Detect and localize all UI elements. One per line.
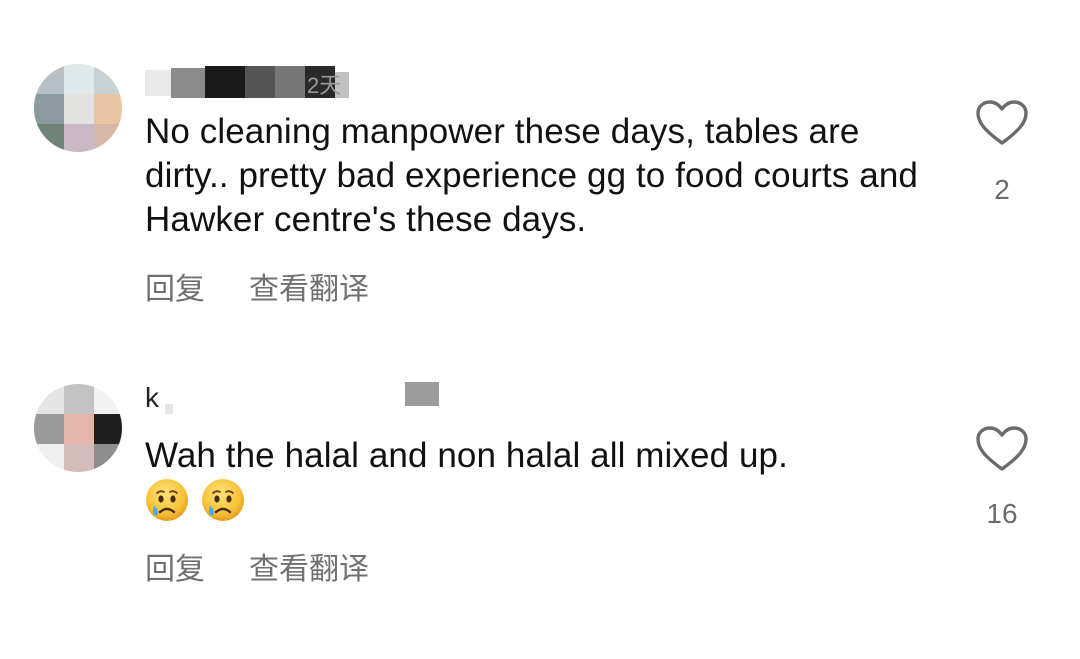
- avatar-pixel: [94, 64, 122, 94]
- see-translation-button[interactable]: 查看翻译: [249, 552, 369, 587]
- avatar-pixel: [34, 384, 64, 414]
- avatar-pixel: [94, 384, 122, 414]
- heart-outline-icon[interactable]: [976, 426, 1028, 472]
- comment-item-1: 2天 No cleaning manpower these days, tabl…: [0, 0, 1080, 330]
- timestamp: 2天: [307, 73, 342, 98]
- crying-face-emoji: [146, 479, 188, 521]
- redaction-block: [205, 66, 245, 98]
- avatar-pixel: [64, 414, 94, 444]
- comment-text: Wah the halal and non halal all mixed up…: [145, 436, 788, 475]
- like-control: 16: [975, 426, 1031, 536]
- comment-actions: 回复 查看翻译: [145, 544, 413, 588]
- avatar-pixel: [94, 444, 122, 472]
- username-redacted[interactable]: k: [145, 382, 445, 416]
- avatar-pixel: [94, 414, 122, 444]
- avatar-pixel: [64, 124, 94, 152]
- redaction-block: [165, 404, 173, 414]
- see-translation-button[interactable]: 查看翻译: [249, 272, 369, 307]
- redaction-block: [245, 66, 275, 98]
- redaction-block: [405, 382, 439, 406]
- avatar-pixel: [94, 124, 122, 152]
- avatar[interactable]: [34, 384, 122, 472]
- like-count: 2: [994, 174, 1010, 205]
- username-initial: k: [145, 382, 159, 413]
- avatar-pixel: [64, 384, 94, 414]
- avatar-pixel: [34, 64, 64, 94]
- heart-outline-icon[interactable]: [976, 100, 1028, 146]
- avatar-pixel: [34, 414, 64, 444]
- avatar-pixel: [64, 444, 94, 472]
- avatar-pixel: [94, 94, 122, 124]
- redaction-block: [275, 66, 305, 98]
- redaction-block: [171, 68, 205, 98]
- reply-button[interactable]: 回复: [145, 552, 205, 587]
- username-redacted[interactable]: 2天: [145, 64, 375, 98]
- like-control: 2: [975, 100, 1031, 210]
- avatar-pixel: [34, 94, 64, 124]
- like-count: 16: [986, 498, 1018, 529]
- avatar-pixel: [64, 94, 94, 124]
- emoji-row: [145, 478, 257, 524]
- avatar-pixel: [34, 444, 64, 472]
- avatar-pixel: [34, 124, 64, 152]
- crying-face-emoji: [202, 479, 244, 521]
- reply-button[interactable]: 回复: [145, 272, 205, 307]
- comment-item-2: k Wah the halal and non halal all mixed …: [0, 330, 1080, 659]
- avatar-pixel: [64, 64, 94, 94]
- comment-text: No cleaning manpower these days, tables …: [145, 112, 918, 239]
- avatar[interactable]: [34, 64, 122, 152]
- redaction-block: [145, 70, 171, 96]
- comment-actions: 回复 查看翻译: [145, 264, 413, 308]
